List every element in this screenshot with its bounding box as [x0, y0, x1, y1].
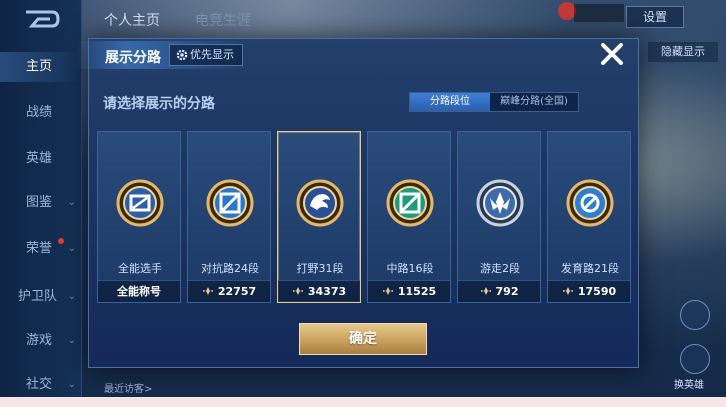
- card-value: 34373: [278, 280, 360, 302]
- lane-display-dialog: 展示分路 优先显示 请选择展示的分路 分路段位 巅峰分路(全国) 全能选手 全能…: [75, 38, 639, 368]
- mid-lane-badge-icon: [386, 179, 434, 227]
- tab-profile[interactable]: 个人主页: [104, 10, 160, 30]
- chevron-down-icon: ⌄: [67, 335, 76, 346]
- lane-card-farm[interactable]: 发育路21段 17590: [547, 131, 631, 303]
- card-value: 22757: [188, 280, 270, 302]
- roam-badge-icon: [476, 179, 524, 227]
- rank-points-icon: [382, 287, 393, 295]
- card-title: 打野31段: [296, 262, 344, 275]
- right-actions: 换英雄: [658, 300, 718, 391]
- card-value: 792: [458, 280, 540, 302]
- lane-card-allround[interactable]: 全能选手 全能称号: [97, 131, 181, 303]
- card-value: 全能称号: [98, 280, 180, 302]
- rank-points-icon: [480, 287, 491, 295]
- priority-display-button[interactable]: 优先显示: [169, 44, 243, 66]
- sidebar-item-label: 游戏: [26, 333, 53, 348]
- chevron-down-icon: ⌄: [67, 243, 76, 254]
- all-round-badge-icon: [116, 179, 164, 227]
- card-title: 对抗路24段: [201, 262, 259, 275]
- lane-card-roam[interactable]: 游走2段 792: [457, 131, 541, 303]
- confirm-button[interactable]: 确定: [299, 323, 427, 355]
- farm-lane-badge-icon: [566, 179, 614, 227]
- sidebar-item-label: 护卫队: [18, 289, 58, 304]
- card-value-text: 11525: [397, 285, 437, 298]
- recent-visitors-link[interactable]: 最近访客>: [104, 380, 152, 395]
- lane-card-mid[interactable]: 中路16段 11525: [367, 131, 451, 303]
- tab-esports[interactable]: 电竞生涯: [195, 10, 251, 30]
- sidebar-item-label: 社交: [26, 377, 53, 392]
- sidebar-item-social[interactable]: 社交 ⌄: [0, 370, 82, 400]
- sidebar-item-games[interactable]: 游戏 ⌄: [0, 326, 82, 356]
- back-logo-icon[interactable]: [22, 8, 62, 30]
- chevron-down-icon: ⌄: [67, 291, 76, 302]
- clash-lane-badge-icon: [206, 179, 254, 227]
- hide-display-button[interactable]: 隐藏显示: [648, 42, 718, 62]
- card-value-text: 全能称号: [117, 285, 161, 298]
- card-value-text: 17590: [577, 285, 617, 298]
- sidebar: 主页 战绩 英雄 图鉴 ⌄ 荣誉 ⌄ 护卫队 ⌄ 游戏 ⌄ 社交 ⌄: [0, 0, 82, 407]
- close-icon: [601, 43, 623, 65]
- sidebar-item-label: 荣誉: [26, 241, 53, 256]
- sidebar-item-records[interactable]: 战绩: [0, 98, 82, 128]
- card-value: 11525: [368, 280, 450, 302]
- sidebar-item-label: 主页: [26, 59, 53, 74]
- jungle-badge-icon: [296, 179, 344, 227]
- card-title: 全能选手: [118, 262, 162, 275]
- card-title: 发育路21段: [561, 262, 619, 275]
- rank-points-icon: [562, 287, 573, 295]
- swap-hero-icon[interactable]: [680, 344, 710, 374]
- priority-label: 优先显示: [190, 48, 234, 61]
- lane-card-clash[interactable]: 对抗路24段 22757: [187, 131, 271, 303]
- lane-switch-icon[interactable]: [680, 300, 710, 330]
- lane-card-jungle[interactable]: 打野31段 34373: [277, 131, 361, 303]
- chevron-down-icon: ⌄: [67, 197, 76, 208]
- notification-dot: [58, 238, 64, 244]
- sidebar-item-label: 图鉴: [26, 195, 53, 210]
- lane-mode-switch: 分路段位 巅峰分路(全国): [409, 92, 579, 112]
- sidebar-item-home[interactable]: 主页: [0, 52, 82, 82]
- tab-peak-lane[interactable]: 巅峰分路(全国): [490, 93, 578, 111]
- sidebar-item-guard[interactable]: 护卫队 ⌄: [0, 282, 82, 312]
- chevron-down-icon: ⌄: [67, 379, 76, 390]
- sidebar-item-heroes[interactable]: 英雄: [0, 144, 82, 174]
- dialog-prompt: 请选择展示的分路: [103, 96, 215, 112]
- gear-icon: [176, 49, 188, 61]
- sidebar-item-label: 战绩: [26, 105, 53, 120]
- tab-lane-rank[interactable]: 分路段位: [410, 93, 490, 111]
- card-title: 中路16段: [386, 262, 434, 275]
- rank-points-icon: [202, 287, 213, 295]
- card-value-text: 34373: [307, 285, 347, 298]
- rank-points-icon: [292, 287, 303, 295]
- card-value-text: 792: [495, 285, 519, 298]
- bottom-strip: [0, 397, 726, 407]
- settings-button[interactable]: 设置: [626, 6, 684, 28]
- sidebar-item-atlas[interactable]: 图鉴 ⌄: [0, 188, 82, 218]
- card-title: 游走2段: [480, 262, 520, 275]
- close-button[interactable]: [594, 39, 630, 71]
- card-value-text: 22757: [217, 285, 257, 298]
- lane-card-list: 全能选手 全能称号 对抗路24段 22757 打野31段 34373 中路16段…: [97, 131, 631, 303]
- swap-hero-label: 换英雄: [674, 380, 704, 391]
- dialog-title: 展示分路: [105, 50, 161, 66]
- sidebar-item-label: 英雄: [26, 151, 53, 166]
- sidebar-item-honor[interactable]: 荣誉 ⌄: [0, 234, 82, 264]
- card-value: 17590: [548, 280, 630, 302]
